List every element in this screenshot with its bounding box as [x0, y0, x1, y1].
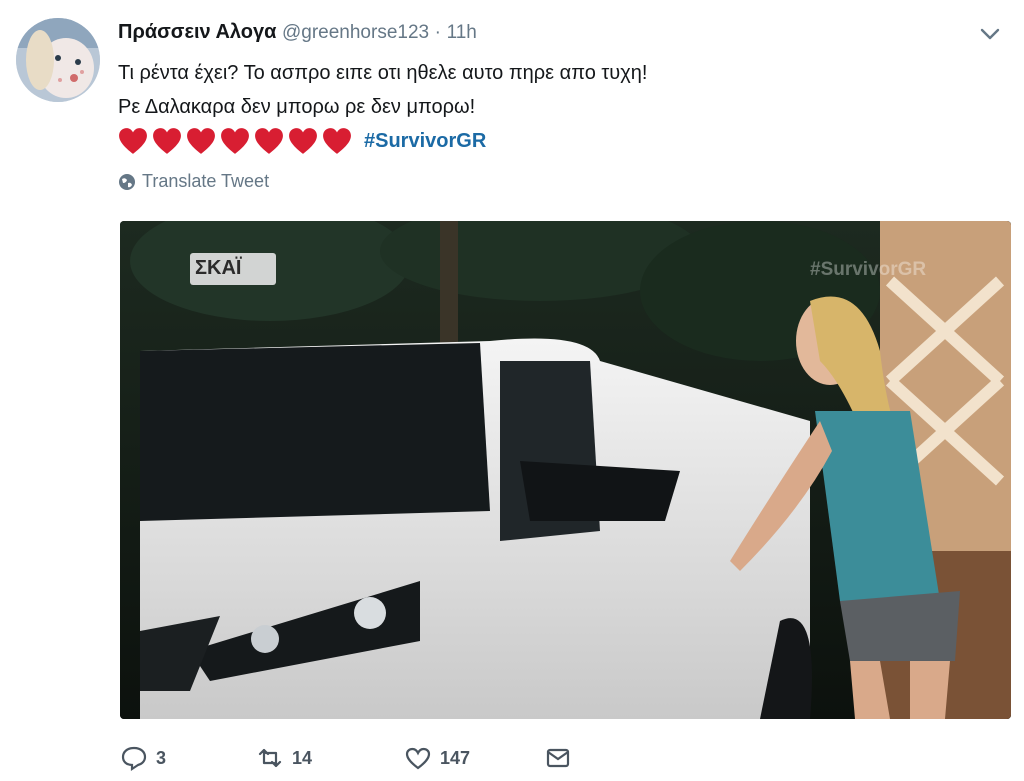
like-icon [405, 747, 431, 770]
reply-count: 3 [156, 747, 167, 768]
heart-emoji [289, 128, 317, 154]
direct-message-icon [546, 748, 570, 768]
channel-logo: ΣΚΑΪ [195, 257, 242, 279]
tweet-text-line-2: Ρε Δαλακαρα δεν μπορω ρε δεν μπορω! [118, 96, 476, 118]
retweet-count: 14 [292, 747, 313, 768]
heart-emoji [323, 128, 351, 154]
reply-button[interactable]: 3 [120, 744, 256, 772]
translate-label: Translate Tweet [142, 171, 270, 191]
chevron-down-icon[interactable] [976, 22, 1004, 46]
heart-emoji [153, 128, 181, 154]
avatar[interactable] [16, 18, 100, 102]
direct-message-button[interactable] [544, 744, 572, 772]
tweet-actions: 3 14 147 [120, 744, 572, 772]
tweet-text-line-1: Τι ρέντα έχει? Το ασπρο ειπε οτι ηθελε α… [118, 62, 648, 84]
globe-icon [119, 173, 135, 190]
video-media[interactable]: ΣΚΑΪ #SurvivorGR [120, 221, 1011, 719]
retweet-icon [258, 748, 282, 768]
heart-emojis [118, 127, 352, 155]
handle[interactable]: @greenhorse123 [282, 22, 429, 43]
heart-emoji [255, 128, 283, 154]
display-name[interactable]: Πράσσειν Αλογα [118, 21, 276, 43]
retweet-button[interactable]: 14 [256, 744, 404, 772]
video-frame [120, 221, 1011, 719]
heart-emoji [187, 128, 215, 154]
tweet-text: Τι ρέντα έχει? Το ασπρο ειπε οτι ηθελε α… [118, 56, 998, 158]
timestamp[interactable]: 11h [447, 22, 477, 43]
heart-emoji [221, 128, 249, 154]
hashtag-link[interactable]: #SurvivorGR [364, 124, 486, 158]
separator: · [434, 22, 441, 43]
reply-icon [121, 746, 147, 772]
like-count: 147 [440, 747, 471, 768]
emoji-row: #SurvivorGR [118, 124, 998, 158]
tweet-header: Πράσσειν Αλογα @greenhorse123 · 11h [118, 18, 477, 47]
translate-tweet[interactable]: Translate Tweet [118, 171, 269, 192]
video-watermark: #SurvivorGR [810, 259, 927, 280]
like-button[interactable]: 147 [404, 744, 544, 772]
heart-emoji [119, 128, 147, 154]
avatar-image [16, 18, 100, 102]
